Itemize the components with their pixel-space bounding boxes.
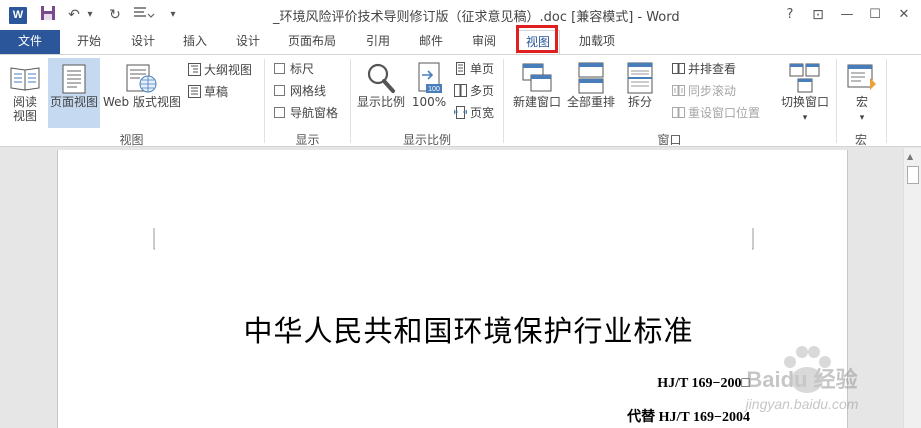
ribbon-display-options-button[interactable]: ⊡ [806, 4, 830, 26]
new-window-label: 新建窗口 [512, 95, 561, 109]
outline-view-button[interactable]: 大纲视图 [188, 60, 252, 80]
reset-position-icon [672, 107, 685, 118]
scroll-thumb[interactable] [907, 166, 919, 184]
zoom-100-icon: 100 [418, 62, 442, 93]
synchronous-scrolling-button[interactable]: 同步滚动 [672, 81, 736, 101]
outline-icon [188, 63, 201, 76]
read-mode-icon [10, 67, 40, 91]
tab-references[interactable]: 引用 [356, 30, 400, 54]
baidu-watermark: Baidu 经验 jingyan.baidu.com [712, 340, 892, 428]
reset-window-position-button[interactable]: 重设窗口位置 [672, 103, 760, 123]
arrange-all-button[interactable]: 全部重排 [565, 58, 617, 128]
tab-review[interactable]: 审阅 [462, 30, 506, 54]
scroll-up-icon[interactable]: ▲ [907, 152, 913, 161]
tab-file[interactable]: 文件 [0, 30, 60, 54]
zoom-button[interactable]: 显示比例 [354, 58, 408, 128]
tab-page-layout[interactable]: 页面布局 [281, 30, 343, 54]
draft-icon [188, 85, 201, 98]
zoom-100-button[interactable]: 100 100% [410, 58, 448, 128]
undo-icon[interactable]: ↶ [66, 5, 82, 25]
window-title: _环境风险评价技术导则修订版（征求意见稿）.doc [兼容模式] - Word [273, 10, 680, 25]
web-layout-icon [126, 64, 157, 93]
read-mode-label: 阅读 视图 [12, 95, 37, 123]
print-layout-label: 页面视图 [49, 95, 98, 109]
tab-view[interactable]: 视图 [516, 30, 560, 54]
switch-windows-label: 切换窗口 ▾ [780, 95, 829, 123]
group-label-zoom: 显示比例 [402, 133, 451, 147]
sync-scroll-icon [672, 85, 685, 96]
navigation-pane-checkbox[interactable]: 导航窗格 [274, 103, 338, 123]
zoom-label: 显示比例 [356, 95, 405, 109]
web-layout-button[interactable]: Web 版式视图 [101, 58, 183, 128]
switch-windows-button[interactable]: 切换窗口 ▾ [779, 58, 831, 128]
tab-design-2[interactable]: 设计 [226, 30, 270, 54]
watermark-brand: Baidu 经验 [746, 367, 858, 392]
arrange-all-icon [578, 62, 604, 94]
magnifier-icon [367, 63, 395, 93]
ribbon-view: 阅读 视图 页面视图 Web 版式视图 大纲视图 草稿 视图 标尺 网格线 导航窗… [0, 54, 921, 147]
chevron-down-icon: ▾ [859, 113, 865, 123]
chevron-down-icon: ▾ [802, 113, 808, 123]
ruler-checkbox-box [274, 63, 285, 74]
group-label-show: 显示 [295, 133, 320, 147]
split-button[interactable]: 拆分 [620, 58, 660, 128]
one-page-button[interactable]: 单页 [454, 59, 494, 79]
split-icon [627, 62, 653, 94]
side-by-side-icon [672, 63, 685, 74]
print-layout-button[interactable]: 页面视图 [48, 58, 100, 128]
macros-label: 宏 ▾ [855, 95, 868, 123]
save-icon[interactable] [38, 5, 58, 25]
crop-mark-top-left [153, 228, 155, 250]
tab-design[interactable]: 设计 [121, 30, 165, 54]
tab-home[interactable]: 开始 [67, 30, 111, 54]
view-side-by-side-button[interactable]: 并排查看 [672, 59, 736, 79]
title-bar: W ↶ ▾ ↻ ▾ _环境风险评价技术导则修订版（征求意见稿）.doc [兼容模… [0, 0, 921, 30]
navigation-pane-checkbox-box [274, 107, 285, 118]
ruler-checkbox[interactable]: 标尺 [274, 59, 314, 79]
ribbon-tab-bar: 文件 开始 设计 插入 设计 页面布局 引用 邮件 审阅 视图 加载项 登录 [0, 30, 921, 84]
macros-button[interactable]: 宏 ▾ [841, 58, 883, 128]
group-label-views: 视图 [119, 133, 144, 147]
touch-mode-icon[interactable] [130, 5, 158, 25]
multiple-pages-button[interactable]: 多页 [454, 81, 494, 101]
gridlines-checkbox[interactable]: 网格线 [274, 81, 326, 101]
minimize-button[interactable]: — [835, 4, 859, 26]
group-label-macros: 宏 [854, 133, 867, 147]
crop-mark-top-right [752, 228, 754, 250]
draft-view-button[interactable]: 草稿 [188, 82, 228, 102]
watermark-url: jingyan.baidu.com [745, 396, 859, 412]
print-layout-icon [62, 64, 86, 94]
new-window-icon [522, 63, 552, 92]
word-logo-icon[interactable]: W [9, 7, 27, 24]
read-mode-button[interactable]: 阅读 视图 [4, 58, 46, 128]
tab-insert[interactable]: 插入 [173, 30, 217, 54]
new-window-button[interactable]: 新建窗口 [510, 58, 564, 128]
help-button[interactable]: ? [778, 4, 802, 26]
customize-qat-icon[interactable]: ▾ [166, 5, 180, 25]
web-layout-label: Web 版式视图 [103, 95, 181, 109]
redo-icon[interactable]: ↻ [106, 5, 124, 25]
multiple-pages-icon [454, 84, 467, 97]
maximize-button[interactable]: ☐ [863, 4, 887, 26]
split-label: 拆分 [627, 95, 652, 109]
tab-mailings[interactable]: 邮件 [409, 30, 453, 54]
undo-dropdown-icon[interactable]: ▾ [84, 5, 96, 25]
page-width-button[interactable]: 页宽 [454, 103, 494, 123]
vertical-scrollbar[interactable]: ▲ [903, 148, 921, 428]
gridlines-checkbox-box [274, 85, 285, 96]
page-width-icon [454, 106, 467, 119]
macros-icon [847, 64, 876, 90]
svg-text:100: 100 [428, 86, 440, 93]
tab-addins[interactable]: 加载项 [569, 30, 625, 54]
zoom-100-label: 100% [411, 95, 447, 109]
arrange-all-label: 全部重排 [566, 95, 615, 109]
group-separator [886, 59, 887, 143]
close-button[interactable]: ✕ [892, 4, 916, 26]
switch-windows-icon [789, 63, 820, 93]
one-page-icon [456, 62, 465, 75]
group-label-window: 窗口 [657, 133, 682, 147]
